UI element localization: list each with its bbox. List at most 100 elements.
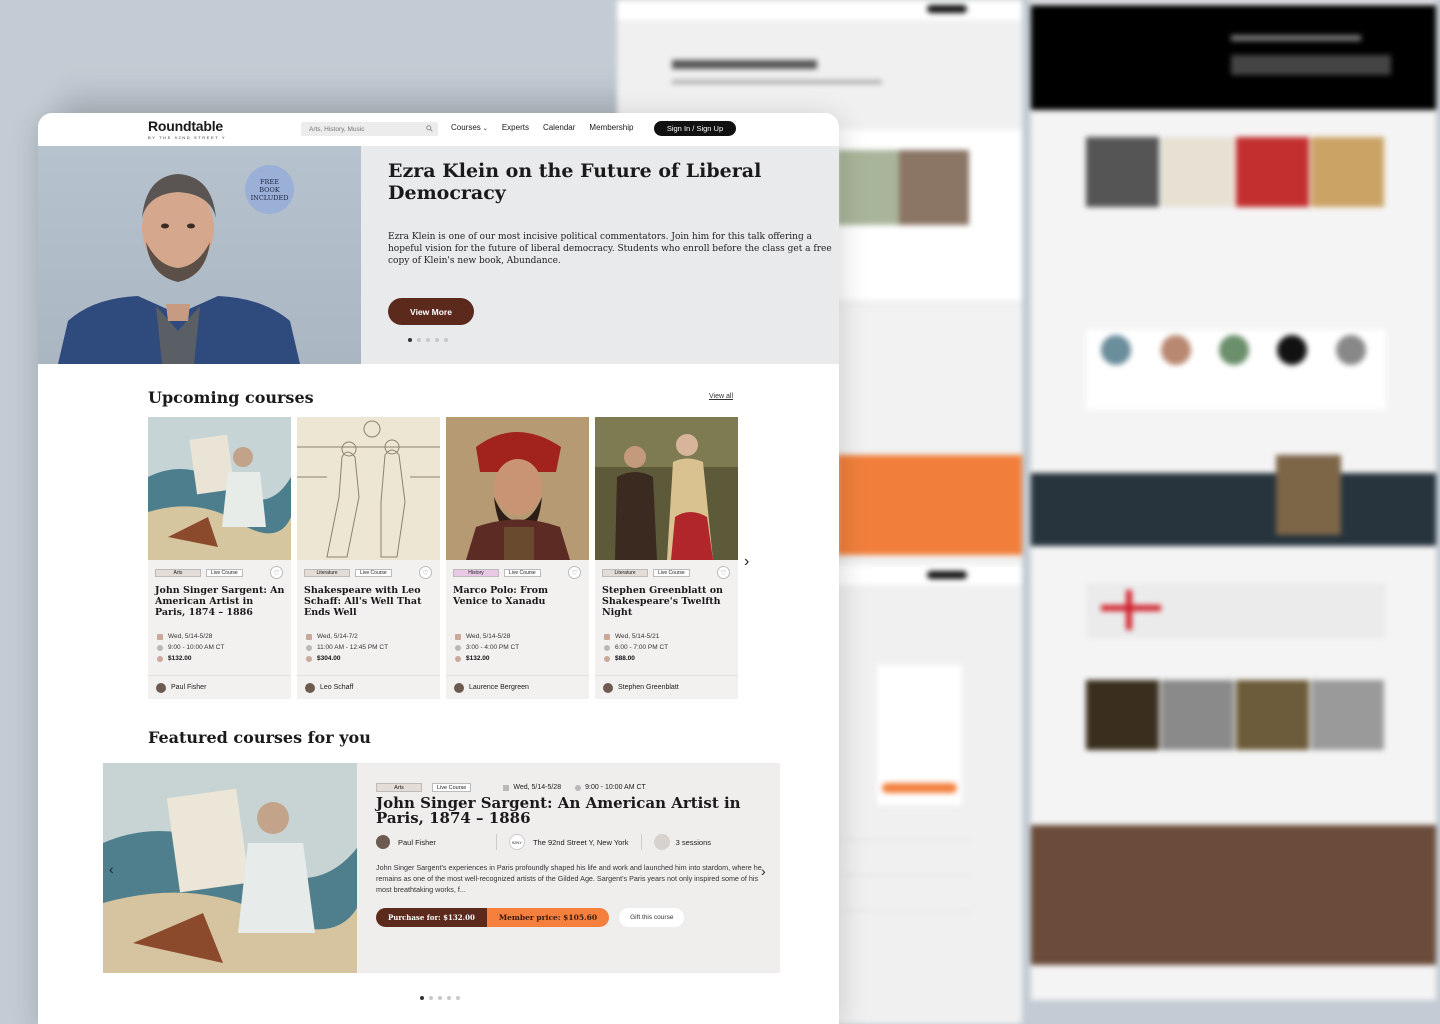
course-instructor[interactable]: Paul Fisher bbox=[148, 675, 291, 699]
course-tags: Literature Live Course bbox=[602, 569, 690, 577]
upcoming-courses-title: Upcoming courses bbox=[148, 388, 314, 407]
featured-course-image: ‹ bbox=[103, 763, 357, 973]
main-window: Roundtable BY THE 92ND STREET Y Courses⌄… bbox=[38, 113, 839, 1024]
heart-icon[interactable]: ♡ bbox=[717, 566, 730, 579]
search-bar bbox=[301, 122, 438, 136]
calendar-icon bbox=[503, 784, 510, 791]
course-title[interactable]: Stephen Greenblatt on Shakespeare's Twel… bbox=[602, 585, 732, 618]
purchase-actions: Purchase for: $132.00 Member price: $105… bbox=[376, 908, 685, 927]
course-tags: Arts Live Course bbox=[155, 569, 243, 577]
featured-time: 9:00 - 10:00 AM CT bbox=[575, 784, 646, 791]
heart-icon[interactable]: ♡ bbox=[568, 566, 581, 579]
nav-item-calendar[interactable]: Calendar bbox=[543, 123, 575, 132]
carousel-dot[interactable] bbox=[426, 338, 430, 342]
hero-banner: FREE BOOK INCLUDED Ezra Klein on the Fut… bbox=[38, 146, 839, 364]
course-card[interactable]: History Live Course ♡ Marco Polo: From V… bbox=[446, 417, 589, 699]
hero-carousel-dots bbox=[408, 338, 448, 342]
clock-icon bbox=[604, 644, 610, 651]
heart-icon[interactable]: ♡ bbox=[419, 566, 432, 579]
nav-item-experts[interactable]: Experts bbox=[502, 123, 529, 132]
hero-title: Ezra Klein on the Future of Liberal Demo… bbox=[388, 160, 762, 204]
carousel-dot[interactable] bbox=[438, 996, 442, 1000]
search-input[interactable] bbox=[309, 125, 419, 133]
price-icon bbox=[455, 655, 461, 662]
clock-icon bbox=[157, 644, 163, 651]
format-tag: Live Course bbox=[504, 569, 541, 577]
chevron-right-icon[interactable]: › bbox=[761, 863, 766, 879]
dates-text: Wed, 5/14-5/28 bbox=[168, 633, 213, 640]
avatar bbox=[603, 682, 613, 693]
calendar-icon bbox=[455, 633, 461, 640]
nav-links: Courses ⌄ Experts Calendar Membership bbox=[451, 123, 647, 132]
category-tag[interactable]: History bbox=[453, 569, 499, 577]
course-card[interactable]: Literature Live Course ♡ Shakespeare wit… bbox=[297, 417, 440, 699]
category-tag[interactable]: Literature bbox=[304, 569, 350, 577]
avatar bbox=[454, 682, 464, 693]
course-instructor[interactable]: Laurence Bergreen bbox=[446, 675, 589, 699]
carousel-dot[interactable] bbox=[447, 996, 451, 1000]
chevron-right-icon[interactable]: › bbox=[744, 553, 749, 571]
free-book-badge: FREE BOOK INCLUDED bbox=[245, 165, 294, 214]
course-time: 3:00 - 4:00 PM CT bbox=[455, 644, 519, 651]
price-text: $304.00 bbox=[317, 655, 341, 662]
carousel-dot[interactable] bbox=[417, 338, 421, 342]
clock-icon bbox=[306, 644, 312, 651]
course-title[interactable]: Marco Polo: From Venice to Xanadu bbox=[453, 585, 583, 607]
purchase-button[interactable]: Purchase for: $132.00 bbox=[376, 908, 487, 927]
course-instructor[interactable]: Stephen Greenblatt bbox=[595, 675, 738, 699]
course-title[interactable]: John Singer Sargent: An American Artist … bbox=[155, 585, 285, 618]
course-card[interactable]: Literature Live Course ♡ Stephen Greenbl… bbox=[595, 417, 738, 699]
nav-item-membership[interactable]: Membership bbox=[589, 123, 633, 132]
nav-item-courses[interactable]: Courses ⌄ bbox=[451, 123, 488, 132]
time-text: 9:00 - 10:00 AM CT bbox=[585, 784, 646, 791]
heart-icon[interactable]: ♡ bbox=[270, 566, 283, 579]
course-dates: Wed, 5/14-5/21 bbox=[604, 633, 659, 640]
dates-text: Wed, 5/14-5/28 bbox=[513, 784, 562, 791]
view-all-link[interactable]: View all bbox=[709, 393, 733, 400]
view-more-button[interactable]: View More bbox=[388, 298, 474, 325]
brand-tagline: BY THE 92ND STREET Y bbox=[148, 135, 227, 140]
course-dates: Wed, 5/14-7/2 bbox=[306, 633, 358, 640]
carousel-dot[interactable] bbox=[444, 338, 448, 342]
carousel-dot[interactable] bbox=[456, 996, 460, 1000]
carousel-dot[interactable] bbox=[408, 338, 412, 342]
time-text: 6:00 - 7:00 PM CT bbox=[615, 644, 669, 651]
venue-logo: 92NY bbox=[508, 834, 525, 850]
price-icon bbox=[306, 655, 312, 662]
time-text: 11:00 AM - 12:45 PM CT bbox=[317, 644, 389, 651]
nav-item-label: Courses bbox=[451, 123, 481, 132]
course-title[interactable]: Shakespeare with Leo Schaff: All's Well … bbox=[304, 585, 434, 618]
course-image-twelfth-night bbox=[595, 417, 738, 560]
brand-logo[interactable]: Roundtable BY THE 92ND STREET Y bbox=[148, 118, 226, 140]
carousel-dot[interactable] bbox=[429, 996, 433, 1000]
gift-course-button[interactable]: Gift this course bbox=[619, 908, 685, 927]
instructor-name[interactable]: Paul Fisher bbox=[398, 838, 436, 847]
search-icon[interactable] bbox=[426, 125, 433, 132]
course-card[interactable]: Arts Live Course ♡ John Singer Sargent: … bbox=[148, 417, 291, 699]
chevron-down-icon: ⌄ bbox=[482, 126, 488, 132]
featured-course-card: ‹ Arts Live Course Wed, 5/14-5/28 9:00 -… bbox=[103, 763, 780, 973]
featured-course-title[interactable]: John Singer Sargent: An American Artist … bbox=[376, 796, 766, 826]
course-image-marco-polo bbox=[446, 417, 589, 560]
instructor-name: Leo Schaff bbox=[320, 684, 354, 691]
instructor-name: Stephen Greenblatt bbox=[618, 684, 679, 691]
dates-text: Wed, 5/14-7/2 bbox=[317, 633, 358, 640]
chevron-left-icon[interactable]: ‹ bbox=[109, 861, 114, 877]
avatar bbox=[305, 682, 315, 693]
carousel-dot[interactable] bbox=[435, 338, 439, 342]
price-text: $132.00 bbox=[168, 655, 192, 662]
category-tag[interactable]: Literature bbox=[602, 569, 648, 577]
dates-text: Wed, 5/14-5/21 bbox=[615, 633, 660, 640]
course-price: $88.00 bbox=[604, 655, 635, 662]
price-text: $88.00 bbox=[615, 655, 635, 662]
calendar-icon bbox=[604, 633, 610, 640]
sessions-icon bbox=[653, 834, 670, 850]
category-tag[interactable]: Arts bbox=[155, 569, 201, 577]
hero-portrait-image: FREE BOOK INCLUDED bbox=[38, 146, 361, 364]
category-tag[interactable]: Arts bbox=[376, 783, 422, 792]
member-price-button[interactable]: Member price: $105.60 bbox=[486, 908, 610, 927]
course-instructor[interactable]: Leo Schaff bbox=[297, 675, 440, 699]
carousel-dot[interactable] bbox=[420, 996, 424, 1000]
sign-in-button[interactable]: Sign In / Sign Up bbox=[654, 121, 736, 136]
hero-description: Ezra Klein is one of our most incisive p… bbox=[388, 232, 832, 266]
